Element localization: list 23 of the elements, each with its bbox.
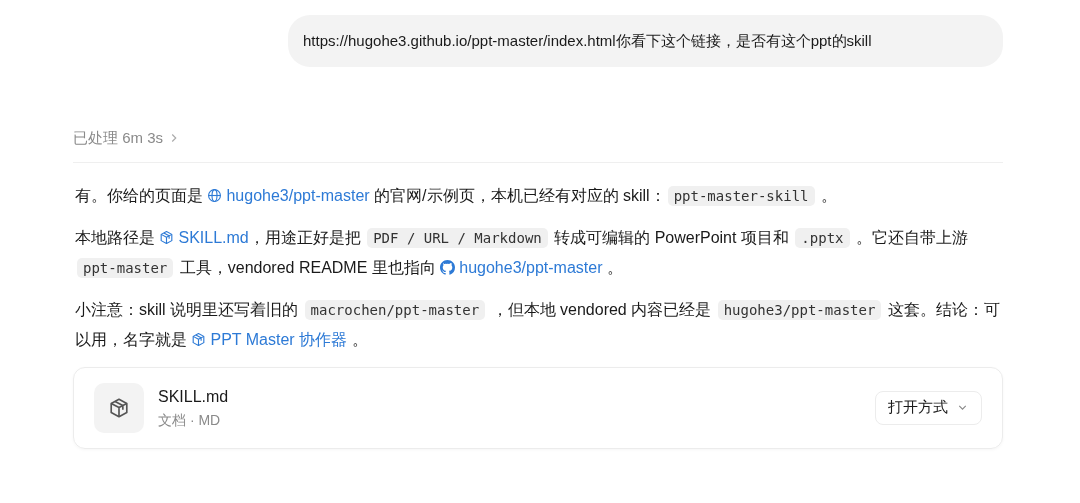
link[interactable]: hugohe3/ppt-master [207,186,370,204]
inline-code: ppt-master-skill [667,185,815,206]
inline-code: .pptx [795,227,850,248]
processed-label[interactable]: 已处理 6m 3s [73,127,163,150]
user-message: https://hugohe3.github.io/ppt-master/index.html你看下这个链接，是否有这个ppt的skill [288,15,1003,67]
github-icon [440,259,456,275]
file-meta: 文档 · MD [158,410,222,430]
inline-code: PDF / URL / Markdown [367,227,548,248]
inline-code: ppt-master [77,257,174,278]
paragraph: 有。你给的页面是 hugohe3/ppt-master 的官网/示例页，本机已经有对应的 skill： ppt-master-skill 。 [74,184,838,208]
file-name: SKILL.md [158,386,229,407]
cube-icon [108,396,130,419]
globe-icon [207,187,223,203]
paragraph: 小注意：skill 说明里还写着旧的 macrochen/ppt-master ，但本地 vendored 内容已经是 hugohe3/ppt-master 这套。结论：可以用，名字就是 PPT Master 协作器 。 [74,298,1001,350]
cube-icon [159,229,175,245]
cube-icon [191,331,207,347]
inline-code: hugohe3/ppt-master [717,299,882,320]
paragraph: 本地路径是 SKILL.md，用途正好是把 PDF / URL / Markdown 转成可编辑的 PowerPoint 项目和 .pptx 。它还自带上游 ppt-master 工具，vendored README 里也指向 hugohe3/ppt-master 。 [74,226,969,280]
inline-code: macrochen/ppt-master [304,299,486,320]
link[interactable]: SKILL.md [159,228,249,246]
link[interactable]: PPT Master 协作器 [191,330,348,348]
link[interactable]: hugohe3/ppt-master [440,258,603,276]
open-with-button[interactable]: 打开方式 [875,390,982,425]
